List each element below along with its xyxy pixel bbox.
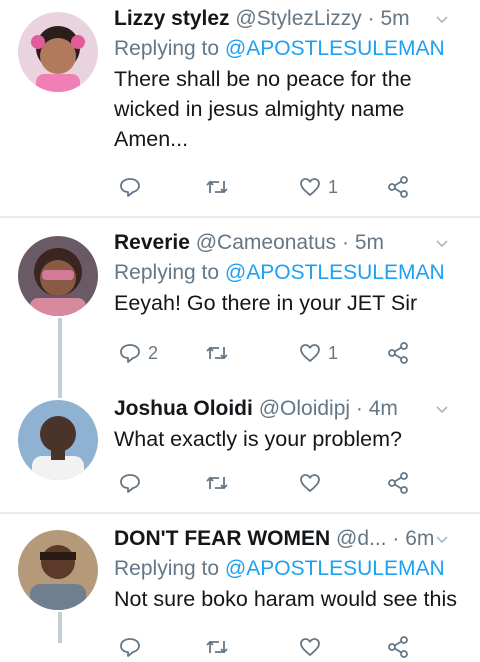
tweet-text-line: Eeyah! Go there in your JET Sir xyxy=(114,291,418,315)
reply-button[interactable] xyxy=(118,172,148,202)
like-icon xyxy=(300,344,320,362)
reply-count: 2 xyxy=(148,342,159,363)
avatar[interactable] xyxy=(18,236,98,316)
mention-link[interactable]: @APOSTLESULEMAN xyxy=(225,557,445,580)
display-name[interactable]: Lizzy stylez xyxy=(114,7,230,30)
tweet-text-line: What exactly is your problem? xyxy=(114,427,402,451)
user-handle[interactable]: @d... xyxy=(336,527,387,550)
tweet-text: Not sure boko haram would see this xyxy=(114,584,468,614)
tweet-1[interactable]: Lizzy stylez @StylezLizzy · 5m Replying … xyxy=(0,0,480,216)
reply-icon xyxy=(120,178,140,197)
reply-button[interactable] xyxy=(118,468,148,498)
display-name[interactable]: Reverie xyxy=(114,231,190,254)
reply-button[interactable] xyxy=(118,632,148,662)
mention-link[interactable]: @APOSTLESULEMAN xyxy=(225,37,445,60)
reply-icon xyxy=(120,638,140,657)
share-button[interactable] xyxy=(386,468,410,498)
avatar[interactable] xyxy=(18,530,98,610)
retweet-button[interactable] xyxy=(204,338,236,368)
like-icon xyxy=(300,178,320,196)
display-name[interactable]: DON'T FEAR WOMEN xyxy=(114,527,330,550)
timestamp[interactable]: 5m xyxy=(355,231,384,254)
avatar[interactable] xyxy=(18,12,98,92)
share-button[interactable] xyxy=(386,632,410,662)
reply-icon xyxy=(120,474,140,493)
tweet-actions: 2 1 xyxy=(114,338,454,368)
replying-to-line: Replying to @APOSTLESULEMAN xyxy=(114,554,468,584)
replying-to-label: Replying to xyxy=(114,37,220,60)
share-icon xyxy=(388,472,408,494)
separator-dot: · xyxy=(341,231,349,254)
like-icon xyxy=(300,474,320,492)
tweet-header: Reverie @Cameonatus · 5m xyxy=(114,228,468,258)
replying-to-line: Replying to @APOSTLESULEMAN xyxy=(114,34,468,64)
share-button[interactable] xyxy=(386,172,410,202)
user-handle[interactable]: @Cameonatus xyxy=(196,231,336,254)
tweet-2[interactable]: Reverie @Cameonatus · 5m Replying to @AP… xyxy=(0,218,480,388)
separator-dot: · xyxy=(392,527,400,550)
tweet-text-line: There shall be no peace for the xyxy=(114,67,412,91)
like-button[interactable]: 1 xyxy=(298,338,338,368)
avatar[interactable] xyxy=(18,400,98,480)
like-count: 1 xyxy=(328,342,339,363)
retweet-button[interactable] xyxy=(204,632,236,662)
retweet-icon xyxy=(206,180,228,194)
tweet-4[interactable]: DON'T FEAR WOMEN @d... · 6m Replying to … xyxy=(0,514,480,658)
separator-dot: · xyxy=(355,397,363,420)
retweet-button[interactable] xyxy=(204,468,236,498)
like-button[interactable]: 1 xyxy=(298,172,338,202)
mention-link[interactable]: @APOSTLESULEMAN xyxy=(225,261,445,284)
replying-to-line: Replying to @APOSTLESULEMAN xyxy=(114,258,468,288)
user-handle[interactable]: @Oloidipj xyxy=(259,397,350,420)
chevron-down-icon[interactable] xyxy=(436,14,448,26)
tweet-text: What exactly is your problem? xyxy=(114,424,468,454)
tweet-actions xyxy=(114,468,454,498)
timestamp[interactable]: 6m xyxy=(405,527,434,550)
like-button[interactable] xyxy=(298,632,328,662)
separator-dot: · xyxy=(367,7,375,30)
user-handle[interactable]: @StylezLizzy xyxy=(235,7,361,30)
retweet-button[interactable] xyxy=(204,172,236,202)
like-count: 1 xyxy=(328,176,339,197)
tweet-header: Joshua Oloidi @Oloidipj · 4m xyxy=(114,394,468,424)
retweet-icon xyxy=(206,476,228,490)
tweet-text-line: wicked in jesus almighty name xyxy=(114,97,405,121)
timestamp[interactable]: 5m xyxy=(380,7,409,30)
tweet-actions xyxy=(114,632,454,662)
reply-icon xyxy=(120,344,140,363)
chevron-down-icon[interactable] xyxy=(436,238,448,250)
timestamp[interactable]: 4m xyxy=(369,397,398,420)
replying-to-label: Replying to xyxy=(114,557,220,580)
retweet-icon xyxy=(206,346,228,360)
retweet-icon xyxy=(206,640,228,654)
tweet-text-line: Amen... xyxy=(114,127,189,151)
tweet-header: Lizzy stylez @StylezLizzy · 5m xyxy=(114,4,468,34)
tweet-header: DON'T FEAR WOMEN @d... · 6m xyxy=(114,524,468,554)
tweet-actions: 1 xyxy=(114,172,454,202)
like-button[interactable] xyxy=(298,468,328,498)
tweet-3[interactable]: Joshua Oloidi @Oloidipj · 4m What exactl… xyxy=(0,388,480,512)
share-button[interactable] xyxy=(386,338,410,368)
reply-button[interactable]: 2 xyxy=(118,338,158,368)
like-icon xyxy=(300,638,320,656)
tweet-text-line: Not sure boko haram would see this xyxy=(114,587,457,611)
share-icon xyxy=(388,636,408,658)
tweet-text: There shall be no peace for the wicked i… xyxy=(114,64,468,154)
chevron-down-icon[interactable] xyxy=(436,534,448,546)
replying-to-label: Replying to xyxy=(114,261,220,284)
tweet-text: Eeyah! Go there in your JET Sir xyxy=(114,288,468,318)
share-icon xyxy=(388,176,408,198)
share-icon xyxy=(388,342,408,364)
display-name[interactable]: Joshua Oloidi xyxy=(114,397,253,420)
chevron-down-icon[interactable] xyxy=(436,404,448,416)
